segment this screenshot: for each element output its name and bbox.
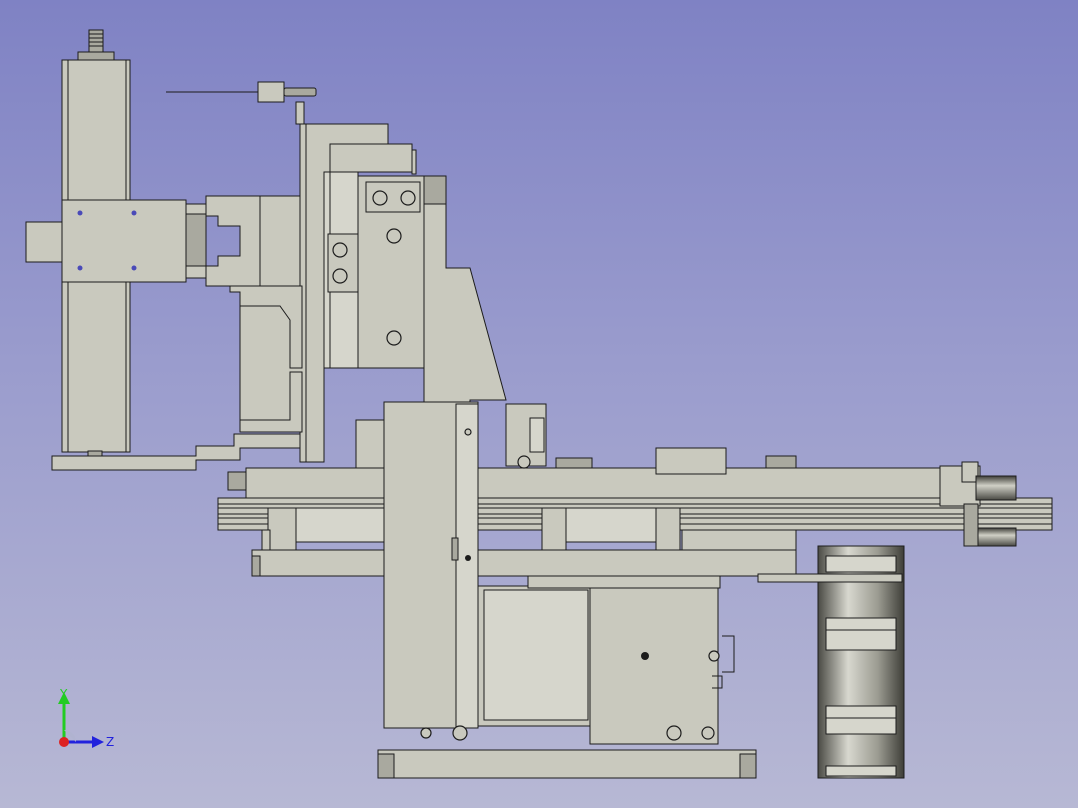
support-gusset — [423, 203, 507, 425]
base-plate — [377, 749, 757, 779]
fitting-icon — [517, 455, 531, 469]
bolt-icon — [332, 242, 348, 258]
bolt-icon — [386, 330, 402, 346]
sensor-probe — [166, 81, 317, 125]
bolt-icon — [452, 725, 468, 741]
limit-switch — [505, 403, 593, 469]
bolt-icon — [666, 725, 682, 741]
pin-icon — [464, 428, 472, 436]
bolt-icon — [372, 190, 388, 206]
screw-hole-icon — [77, 265, 83, 271]
cylinder-drum — [757, 545, 905, 779]
x-axis-origin-icon — [59, 737, 69, 747]
bolt-icon — [386, 228, 402, 244]
top-fitting-icon — [88, 29, 104, 53]
y-axis-label: Y — [59, 687, 68, 701]
horizontal-rail — [217, 467, 1053, 577]
cad-viewport[interactable]: Y Z — [0, 0, 1078, 808]
bolt-icon — [400, 190, 416, 206]
screw-hole-icon — [131, 210, 137, 216]
bolt-icon — [708, 650, 720, 662]
bolt-icon — [332, 268, 348, 284]
cad-model-view[interactable] — [0, 0, 1078, 808]
screw-hole-icon — [77, 210, 83, 216]
bolt-icon — [420, 727, 432, 739]
axis-triad: Y Z — [58, 687, 114, 749]
z-axis-label: Z — [106, 735, 114, 749]
bolt-icon — [701, 726, 715, 740]
screw-hole-icon — [131, 265, 137, 271]
